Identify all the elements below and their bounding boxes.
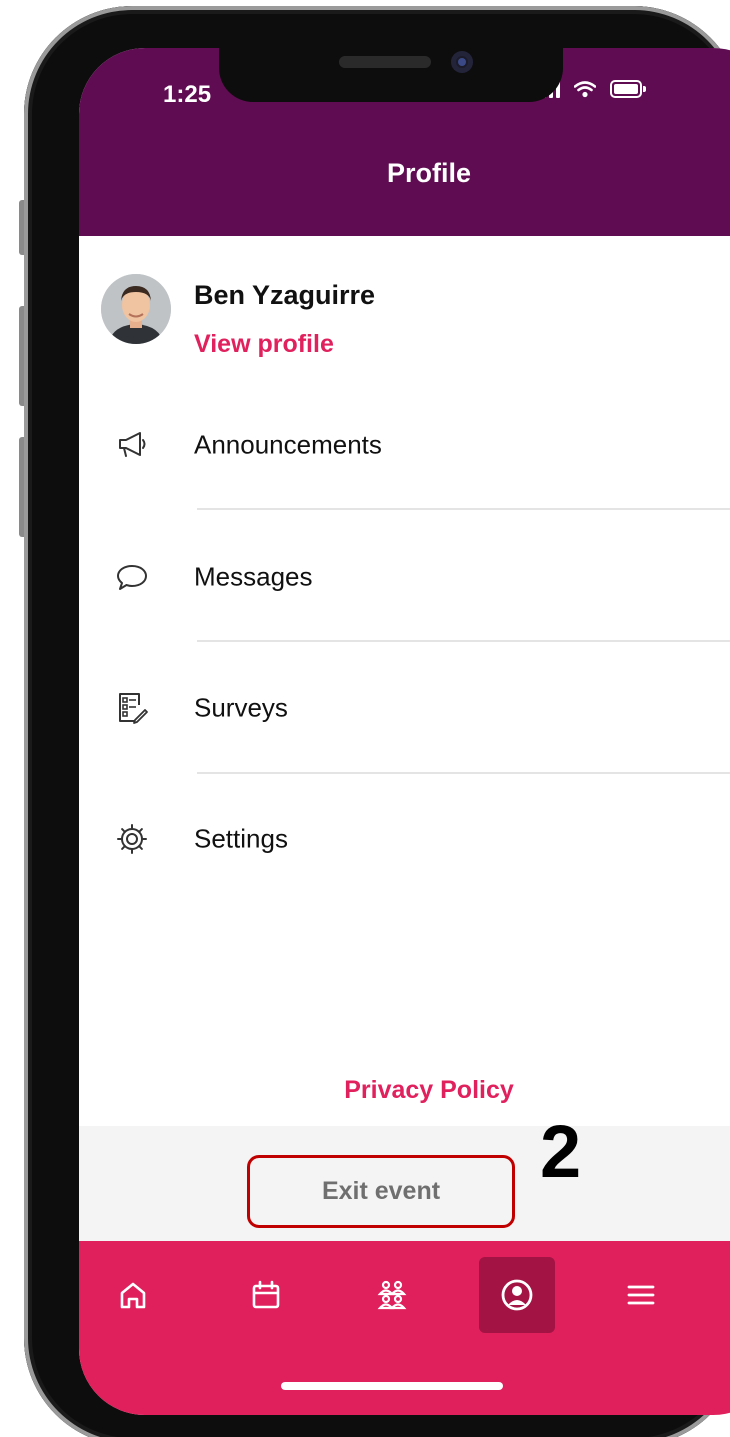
privacy-policy-link[interactable]: Privacy Policy bbox=[79, 1076, 730, 1105]
front-camera bbox=[451, 51, 473, 73]
survey-checklist-icon bbox=[119, 693, 148, 724]
exit-event-area: Exit event bbox=[79, 1126, 730, 1241]
menu-label-announcements: Announcements bbox=[194, 429, 382, 460]
wifi-icon bbox=[574, 81, 596, 98]
exit-event-button[interactable]: Exit event bbox=[247, 1155, 515, 1228]
nav-profile[interactable] bbox=[479, 1257, 555, 1333]
speech-bubble-icon bbox=[117, 565, 147, 590]
nav-attendees[interactable] bbox=[354, 1257, 430, 1333]
menu-divider bbox=[197, 640, 730, 642]
megaphone-icon bbox=[119, 432, 146, 457]
calendar-icon bbox=[252, 1280, 280, 1309]
phone-mockup: 1:25 Profile Ben Yzaguirre View profile … bbox=[0, 0, 730, 1437]
home-indicator bbox=[281, 1382, 503, 1390]
nav-menu[interactable] bbox=[603, 1257, 679, 1333]
bottom-nav bbox=[79, 1241, 730, 1415]
step-number-annotation: 2 bbox=[540, 1110, 582, 1193]
view-profile-link[interactable]: View profile bbox=[194, 330, 334, 359]
notch bbox=[219, 48, 563, 102]
menu-divider bbox=[197, 772, 730, 774]
gear-icon bbox=[117, 824, 147, 854]
page-title: Profile bbox=[386, 158, 472, 188]
nav-schedule[interactable] bbox=[228, 1257, 304, 1333]
menu-item-announcements[interactable]: Announcements bbox=[79, 390, 730, 500]
speaker-grille bbox=[339, 56, 431, 68]
menu-label-surveys: Surveys bbox=[194, 692, 288, 723]
user-photo-icon bbox=[101, 274, 171, 344]
profile-name: Ben Yzaguirre bbox=[194, 280, 376, 310]
battery-icon bbox=[610, 80, 646, 98]
menu-icon bbox=[627, 1285, 655, 1305]
home-icon bbox=[120, 1282, 146, 1309]
menu-label-messages: Messages bbox=[194, 561, 313, 592]
avatar[interactable] bbox=[101, 274, 171, 344]
menu-item-messages[interactable]: Messages bbox=[79, 522, 730, 632]
menu-item-surveys[interactable]: Surveys bbox=[79, 653, 730, 763]
people-icon bbox=[377, 1280, 407, 1310]
menu-item-settings[interactable]: Settings bbox=[79, 784, 730, 894]
nav-home[interactable] bbox=[95, 1257, 171, 1333]
profile-icon bbox=[501, 1279, 533, 1311]
status-time: 1:25 bbox=[163, 81, 212, 108]
menu-label-settings: Settings bbox=[194, 823, 288, 854]
menu-divider bbox=[197, 508, 730, 510]
app-screen: 1:25 Profile Ben Yzaguirre View profile … bbox=[79, 48, 730, 1415]
